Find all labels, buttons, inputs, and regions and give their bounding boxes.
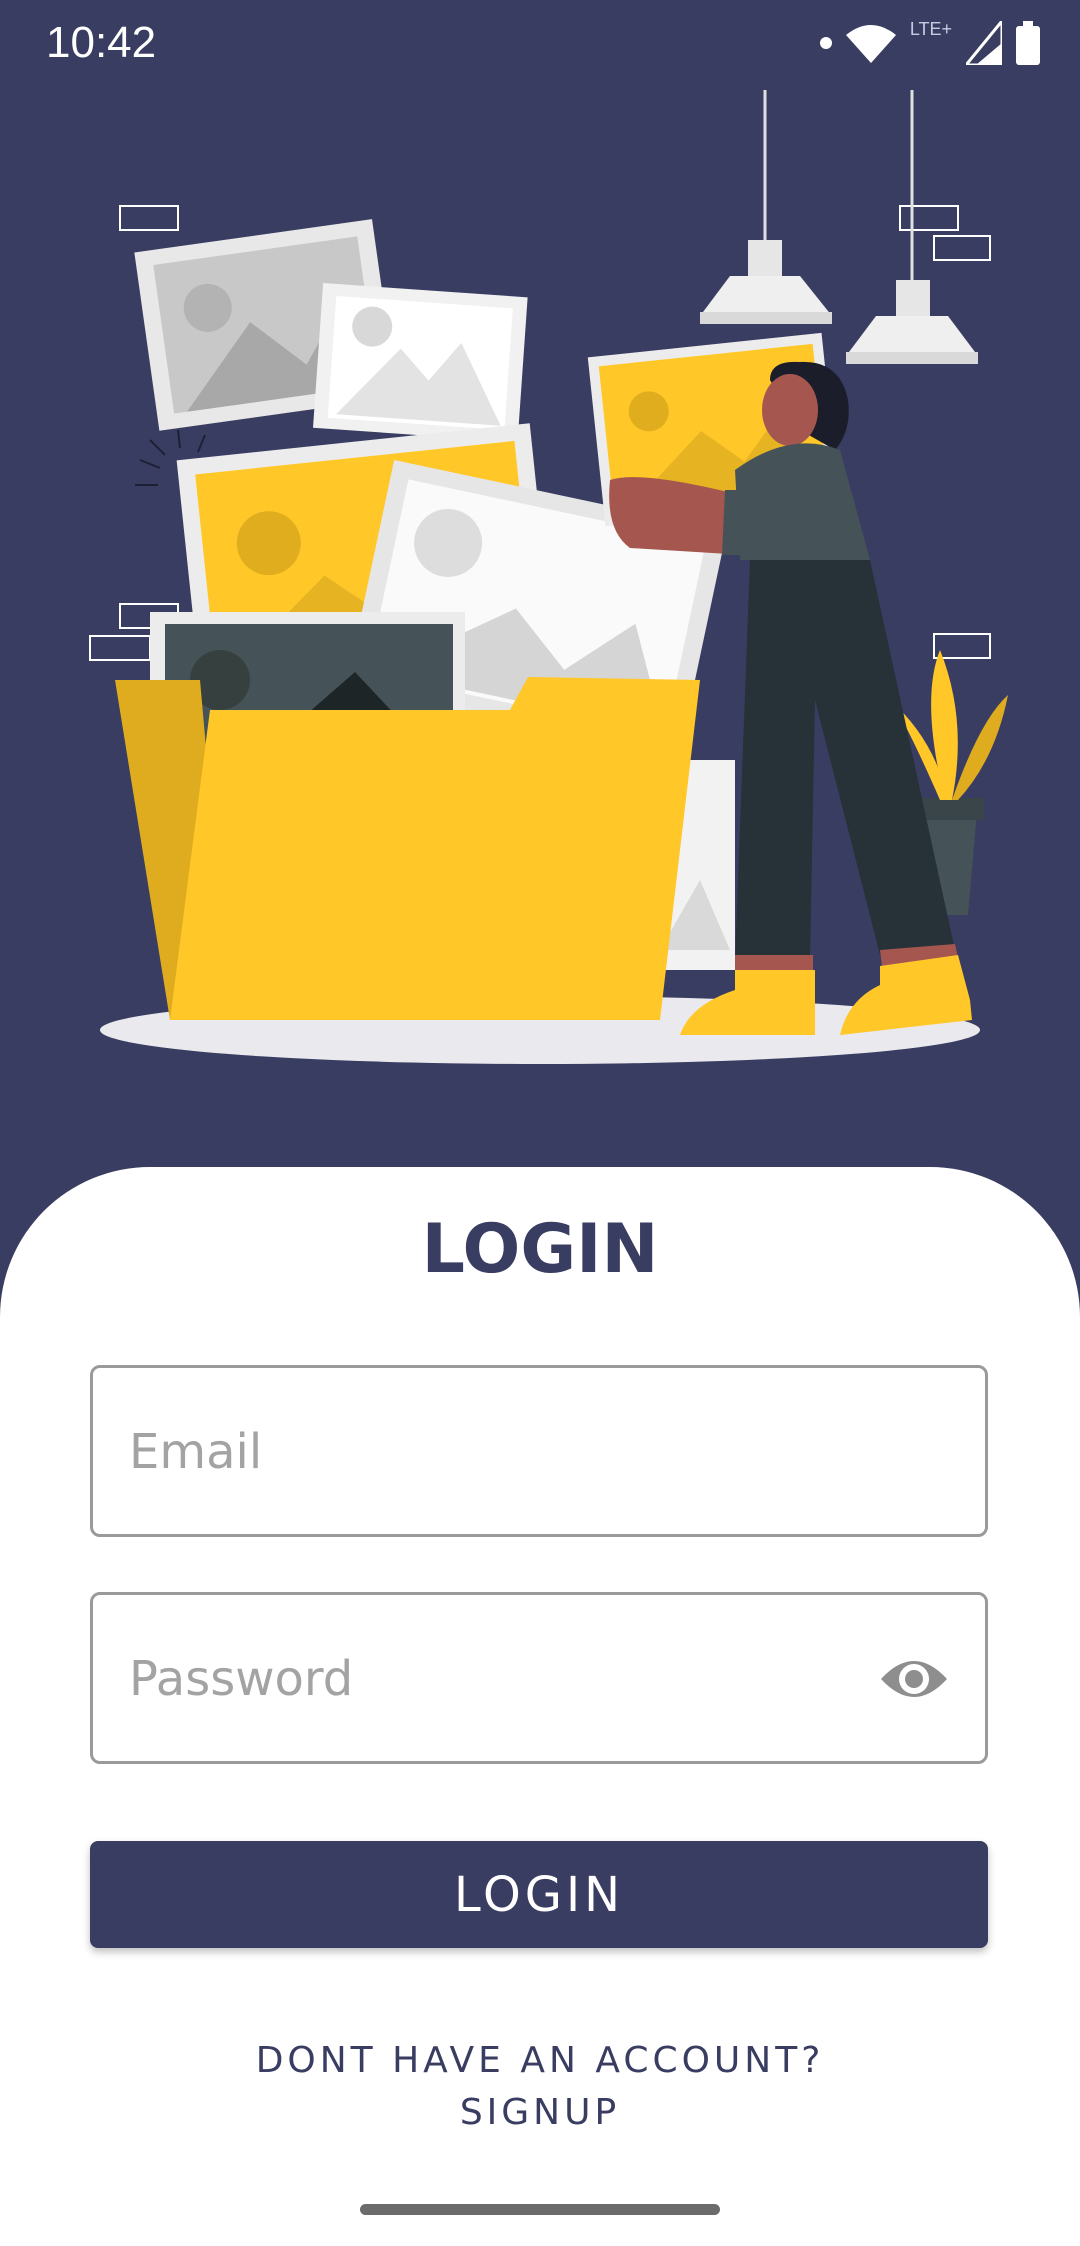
email-field[interactable] bbox=[90, 1365, 988, 1537]
login-title: LOGIN bbox=[421, 1210, 659, 1289]
login-button[interactable]: LOGIN bbox=[90, 1841, 988, 1948]
folder-icon bbox=[115, 677, 700, 1020]
status-time: 10:42 bbox=[46, 18, 157, 67]
eye-icon[interactable] bbox=[879, 1651, 949, 1707]
photo-card-white bbox=[313, 283, 528, 443]
signup-label[interactable]: SIGNUP bbox=[0, 2087, 1080, 2139]
network-type-label: LTE+ bbox=[909, 18, 952, 39]
status-bar: 10:42 LTE+ bbox=[0, 0, 1080, 90]
hanging-lamps bbox=[700, 90, 978, 364]
password-input[interactable] bbox=[127, 1595, 911, 1763]
hero-illustration bbox=[89, 90, 1008, 1064]
signup-link[interactable]: DONT HAVE AN ACCOUNT? SIGNUP bbox=[0, 2035, 1080, 2139]
wifi-icon bbox=[845, 25, 896, 63]
signup-prompt: DONT HAVE AN ACCOUNT? bbox=[255, 2040, 825, 2081]
battery-icon bbox=[1016, 21, 1040, 65]
email-input[interactable] bbox=[127, 1368, 911, 1536]
password-field[interactable] bbox=[90, 1592, 988, 1764]
home-indicator[interactable] bbox=[360, 2204, 720, 2215]
signal-icon bbox=[966, 21, 1002, 65]
status-icons: LTE+ bbox=[819, 18, 1040, 68]
notification-dot-icon bbox=[819, 37, 832, 49]
